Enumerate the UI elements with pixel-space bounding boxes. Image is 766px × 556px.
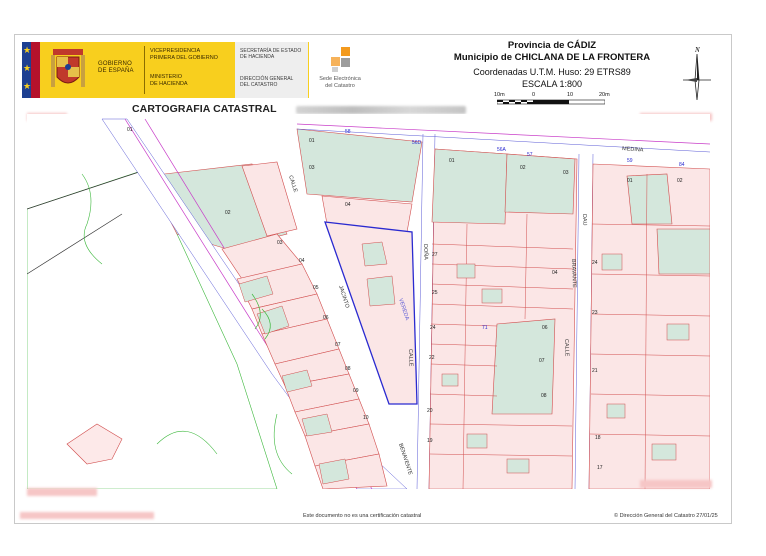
redacted-footer (20, 512, 154, 519)
parcel-number: 01 (127, 127, 133, 133)
parcel-number: 02 (520, 165, 526, 171)
scale-tick-label: 10 (567, 92, 574, 98)
parcel-number: 02 (225, 210, 231, 216)
street-label: BENAVENTE (397, 443, 413, 476)
parcel-number: 03 (563, 170, 569, 176)
parcel-number: 08 (345, 366, 351, 372)
parcel-number: 22 (429, 355, 435, 361)
scale-tick-label: 10m (494, 92, 505, 98)
block-number: 56D (412, 140, 422, 146)
parcel-number: 25 (432, 290, 438, 296)
redacted-corner (640, 480, 712, 488)
block-number: 59 (627, 158, 633, 164)
parcel-number: 02 (677, 178, 683, 184)
parcel-number: 01 (449, 158, 455, 164)
parcel-number: 06 (323, 315, 329, 321)
coat-of-arms-icon (51, 49, 85, 87)
parcel-number: 05 (313, 285, 319, 291)
street-label: DOÑA (422, 244, 430, 260)
gobierno-label: GOBIERNO DE ESPAÑA (98, 61, 134, 74)
org-secretaria: SECRETARÍA DE ESTADO DE HACIENDA (240, 48, 302, 60)
redacted-reference (296, 106, 466, 114)
parcel-number: 09 (353, 388, 359, 394)
province-title: Provincia de CÁDIZ (507, 40, 597, 51)
cadastral-map[interactable]: CALLE JACINTO CALLE DOÑA CALLE BRAVANTE … (27, 114, 710, 489)
scale-bar (497, 99, 605, 105)
parcel-number: 10 (363, 415, 369, 421)
scale-tick-label: 0 (532, 92, 536, 98)
parcel-number: 01 (309, 138, 315, 144)
street-label: CALLE (563, 339, 570, 357)
footer-note: Este documento no es una certificación c… (303, 513, 422, 519)
parcel-number: 24 (430, 325, 436, 331)
parcel-number: 03 (309, 165, 315, 171)
north-arrow-icon: N (683, 46, 711, 101)
eu-spain-flag-icon: ★ ★ ★ (22, 42, 40, 98)
block-number: 84 (679, 162, 685, 168)
parcel-number: 23 (592, 310, 598, 316)
block-number: 57 (527, 152, 533, 158)
parcel-number: 27 (432, 252, 438, 258)
parcel-number: 08 (541, 393, 547, 399)
street-label: MEDINA (622, 146, 644, 154)
coordinates-label: Coordenadas U.T.M. Huso: 29 ETRS89 (473, 67, 631, 77)
org-ministerio: MINISTERIO DE HACIENDA (150, 74, 188, 87)
parcel-number: 04 (345, 202, 351, 208)
org-direccion: DIRECCIÓN GENERAL DEL CATASTRO (240, 76, 294, 88)
street-label: CALLE (287, 175, 298, 194)
sede-electronica-logo-icon (331, 47, 350, 72)
sede-electronica-label: Sede Electrónica del Catastro (319, 76, 361, 89)
map-title-block: Provincia de CÁDIZ Municipio de CHICLANA… (430, 40, 674, 90)
parcel-number: 20 (427, 408, 433, 414)
street-label: BRAVANTE (570, 259, 577, 288)
parcel-number: 07 (335, 342, 341, 348)
org-vicepresidencia: VICEPRESIDENCIA PRIMERA DEL GOBIERNO (150, 48, 218, 61)
divider (144, 46, 145, 94)
block-number: 56A (497, 147, 507, 153)
parcel-number: 03 (277, 240, 283, 246)
parcel-number: 17 (597, 465, 603, 471)
scale-label: ESCALA 1:800 (521, 79, 583, 89)
parcel-number: 21 (592, 368, 598, 374)
block-number: 71 (482, 325, 488, 331)
parcel-number: 07 (539, 358, 545, 364)
parcel-number: 01 (627, 178, 633, 184)
parcel-number: 18 (595, 435, 601, 441)
street-label: DAU (581, 214, 587, 226)
svg-text:N: N (694, 46, 700, 54)
parcel-number: 24 (592, 260, 598, 266)
street-label: CALLE (407, 349, 414, 367)
parcel-number: 06 (542, 325, 548, 331)
scale-tick-label: 20m (599, 92, 610, 98)
municipality-title: Municipio de CHICLANA DE LA FRONTERA (453, 52, 651, 63)
parcel-number: 19 (427, 438, 433, 444)
parcel-number: 04 (299, 258, 305, 264)
block-number: 58 (345, 129, 351, 135)
footer-copyright: © Dirección General del Catastro 27/01/2… (614, 513, 718, 519)
parcel-number: 04 (552, 270, 558, 276)
redacted-corner (27, 488, 97, 496)
